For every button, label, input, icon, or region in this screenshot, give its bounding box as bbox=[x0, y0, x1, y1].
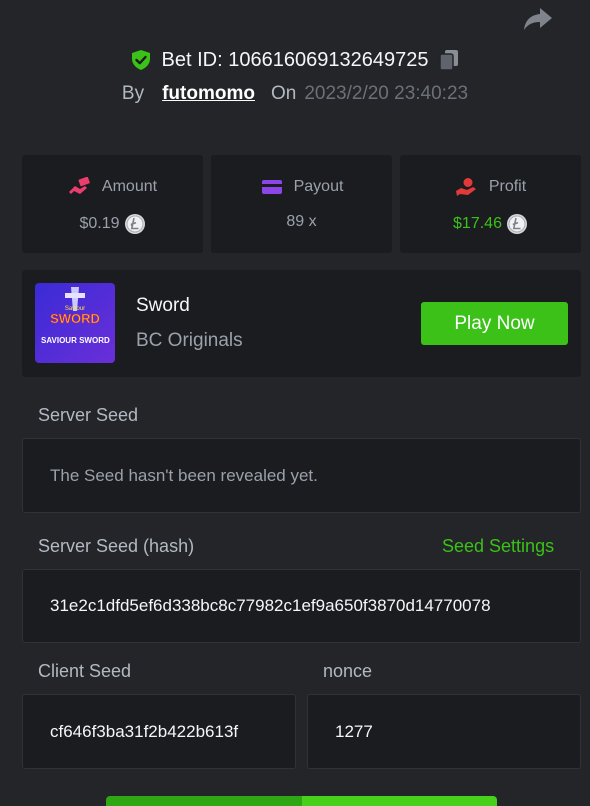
card-icon bbox=[261, 180, 282, 194]
play-now-button[interactable]: Play Now bbox=[421, 302, 568, 345]
server-seed-hash-value: 31e2c1dfd5ef6d338bc8c77982c1ef9a650f3870… bbox=[50, 596, 491, 615]
bottom-button-left-half[interactable] bbox=[106, 796, 302, 806]
bottom-action-button[interactable] bbox=[106, 796, 497, 806]
profit-card: Profit $17.46 bbox=[400, 155, 581, 253]
on-label: On bbox=[270, 83, 297, 104]
amount-card: Amount $0.19 bbox=[22, 155, 203, 253]
client-seed-label: Client Seed bbox=[38, 661, 132, 681]
share-icon[interactable] bbox=[523, 6, 553, 32]
bottom-button-right-half[interactable] bbox=[302, 796, 497, 806]
game-name: Sword bbox=[136, 295, 190, 316]
amount-label: Amount bbox=[101, 178, 158, 195]
client-seed-field[interactable]: cf646f3ba31f2b422b613f bbox=[22, 694, 296, 769]
game-provider: BC Originals bbox=[136, 330, 243, 351]
nonce-field[interactable]: 1277 bbox=[307, 694, 581, 769]
bet-id-label: Bet ID: 106616069132649725 bbox=[161, 48, 429, 71]
client-seed-value: cf646f3ba31f2b422b613f bbox=[50, 721, 239, 741]
copy-icon[interactable] bbox=[438, 48, 460, 72]
litecoin-icon bbox=[124, 214, 145, 234]
bet-id-row: Bet ID: 106616069132649725 bbox=[0, 46, 590, 74]
thumb-sword-title: SWORD bbox=[50, 311, 100, 326]
bet-datetime: 2023/2/20 23:40:23 bbox=[304, 83, 469, 104]
nonce-value: 1277 bbox=[335, 721, 373, 741]
server-seed-hash-field[interactable]: 31e2c1dfd5ef6d338bc8c77982c1ef9a650f3870… bbox=[22, 569, 581, 643]
profit-value: $17.46 bbox=[453, 215, 502, 232]
username-link[interactable]: futomomo bbox=[162, 83, 255, 105]
payout-value: 89 x bbox=[286, 213, 317, 230]
thumb-bottom-text: SAVIOUR SWORD bbox=[41, 336, 110, 345]
profit-hand-icon bbox=[455, 178, 476, 196]
money-hand-icon bbox=[68, 177, 90, 194]
bet-author-row: By futomomo On 2023/2/20 23:40:23 bbox=[0, 80, 590, 108]
payout-card: Payout 89 x bbox=[211, 155, 392, 253]
game-card: Saviour SWORD SAVIOUR SWORD Sword BC Ori… bbox=[22, 270, 581, 377]
server-seed-label: Server Seed bbox=[38, 405, 139, 425]
game-thumbnail[interactable]: Saviour SWORD SAVIOUR SWORD bbox=[35, 283, 115, 363]
verified-shield-icon bbox=[131, 50, 150, 70]
server-seed-field: The Seed hasn't been revealed yet. bbox=[22, 438, 581, 513]
server-seed-hash-label: Server Seed (hash) bbox=[38, 536, 195, 556]
seed-settings-link[interactable]: Seed Settings bbox=[442, 536, 554, 557]
server-seed-value: The Seed hasn't been revealed yet. bbox=[50, 465, 318, 485]
profit-label: Profit bbox=[488, 178, 527, 195]
payout-label: Payout bbox=[293, 178, 344, 195]
amount-value: $0.19 bbox=[79, 215, 120, 232]
litecoin-icon bbox=[506, 214, 527, 234]
by-label: By bbox=[121, 83, 145, 104]
nonce-label: nonce bbox=[323, 661, 373, 681]
